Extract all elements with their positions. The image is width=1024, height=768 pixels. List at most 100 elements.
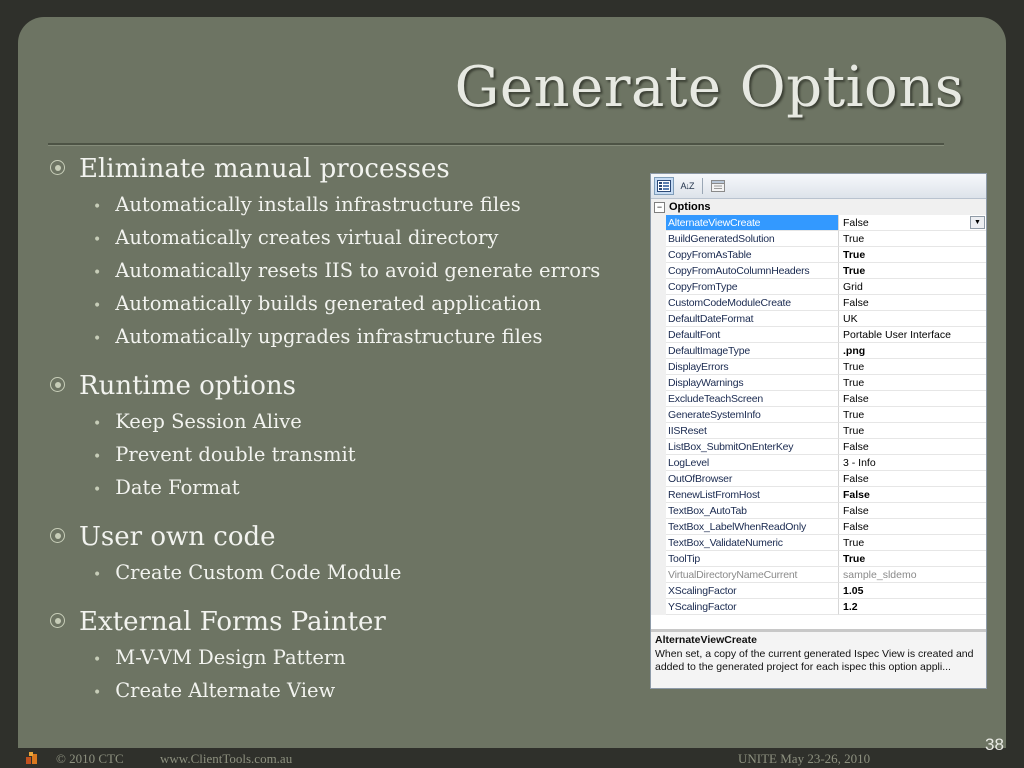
property-name[interactable]: LogLevel bbox=[666, 455, 839, 471]
property-name[interactable]: DisplayWarnings bbox=[666, 375, 839, 391]
property-value[interactable]: True bbox=[839, 231, 986, 247]
property-name[interactable]: BuildGeneratedSolution bbox=[666, 231, 839, 247]
footer: © 2010 CTC www.ClientTools.com.au UNITE … bbox=[0, 750, 1024, 768]
property-value[interactable]: True bbox=[839, 535, 986, 551]
property-row[interactable]: CopyFromType Grid bbox=[651, 279, 986, 295]
sub-bullet-text: Create Custom Code Module bbox=[115, 561, 402, 584]
property-pages-button[interactable] bbox=[708, 177, 728, 195]
alphabetical-button[interactable]: A↓Z bbox=[677, 177, 697, 195]
property-row[interactable]: ToolTip True bbox=[651, 551, 986, 567]
property-name[interactable]: TextBox_ValidateNumeric bbox=[666, 535, 839, 551]
property-name[interactable]: ListBox_SubmitOnEnterKey bbox=[666, 439, 839, 455]
dropdown-arrow-icon[interactable]: ▼ bbox=[970, 216, 985, 229]
property-row[interactable]: AlternateViewCreate False ▼ bbox=[651, 215, 986, 231]
property-value[interactable]: False bbox=[839, 295, 986, 311]
property-name[interactable]: YScalingFactor bbox=[666, 599, 839, 615]
property-value[interactable]: 1.2 bbox=[839, 599, 986, 615]
property-row[interactable]: ListBox_SubmitOnEnterKey False bbox=[651, 439, 986, 455]
property-value[interactable]: True bbox=[839, 263, 986, 279]
property-value[interactable]: True bbox=[839, 247, 986, 263]
property-value[interactable]: True bbox=[839, 423, 986, 439]
property-value-text: 3 - Info bbox=[843, 457, 876, 469]
property-name[interactable]: CustomCodeModuleCreate bbox=[666, 295, 839, 311]
collapse-icon[interactable]: − bbox=[654, 201, 665, 213]
property-rows: AlternateViewCreate False ▼ BuildGeneratedS… bbox=[651, 215, 986, 615]
property-row[interactable]: DefaultImageType .png bbox=[651, 343, 986, 359]
property-value-text: False bbox=[843, 505, 869, 517]
property-grid: A↓Z − Options AlternateViewCreate False ▼ B… bbox=[650, 173, 987, 689]
property-name[interactable]: CopyFromAsTable bbox=[666, 247, 839, 263]
property-value[interactable]: False bbox=[839, 503, 986, 519]
sub-bullet: • Automatically creates virtual directory bbox=[50, 221, 650, 254]
property-value-text: 1.2 bbox=[843, 601, 858, 613]
property-value[interactable]: Grid bbox=[839, 279, 986, 295]
property-value[interactable]: False bbox=[839, 487, 986, 503]
property-row[interactable]: OutOfBrowser False bbox=[651, 471, 986, 487]
bullet-dot-icon: • bbox=[93, 685, 102, 701]
row-gutter bbox=[651, 343, 666, 359]
property-name[interactable]: RenewListFromHost bbox=[666, 487, 839, 503]
category-row-options[interactable]: − Options bbox=[651, 199, 986, 215]
property-value[interactable]: False bbox=[839, 519, 986, 535]
property-name[interactable]: GenerateSystemInfo bbox=[666, 407, 839, 423]
sub-bullet-text: Automatically upgrades infrastructure fi… bbox=[115, 325, 543, 348]
property-name[interactable]: AlternateViewCreate bbox=[666, 215, 839, 231]
property-row[interactable]: YScalingFactor 1.2 bbox=[651, 599, 986, 615]
property-row[interactable]: DefaultDateFormat UK bbox=[651, 311, 986, 327]
description-title: AlternateViewCreate bbox=[655, 634, 757, 646]
property-value[interactable]: Portable User Interface bbox=[839, 327, 986, 343]
property-value[interactable]: sample_sldemo bbox=[839, 567, 986, 583]
property-name[interactable]: VirtualDirectoryNameCurrent bbox=[666, 567, 839, 583]
property-name[interactable]: ToolTip bbox=[666, 551, 839, 567]
property-value[interactable]: True bbox=[839, 375, 986, 391]
property-row[interactable]: TextBox_LabelWhenReadOnly False bbox=[651, 519, 986, 535]
property-row[interactable]: CopyFromAsTable True bbox=[651, 247, 986, 263]
footer-url: www.ClientTools.com.au bbox=[160, 751, 293, 766]
property-value[interactable]: False ▼ bbox=[839, 215, 986, 231]
property-name[interactable]: TextBox_LabelWhenReadOnly bbox=[666, 519, 839, 535]
property-value[interactable]: False bbox=[839, 471, 986, 487]
property-value[interactable]: 1.05 bbox=[839, 583, 986, 599]
property-value[interactable]: True bbox=[839, 359, 986, 375]
property-name[interactable]: CopyFromAutoColumnHeaders bbox=[666, 263, 839, 279]
property-name[interactable]: CopyFromType bbox=[666, 279, 839, 295]
property-value[interactable]: .png bbox=[839, 343, 986, 359]
property-row[interactable]: IISReset True bbox=[651, 423, 986, 439]
property-value[interactable]: True bbox=[839, 407, 986, 423]
property-value-text: True bbox=[843, 233, 865, 245]
property-value[interactable]: 3 - Info bbox=[839, 455, 986, 471]
property-row[interactable]: RenewListFromHost False bbox=[651, 487, 986, 503]
property-row[interactable]: CopyFromAutoColumnHeaders True bbox=[651, 263, 986, 279]
property-value[interactable]: False bbox=[839, 439, 986, 455]
property-value-text: True bbox=[843, 265, 866, 277]
property-row[interactable]: XScalingFactor 1.05 bbox=[651, 583, 986, 599]
property-name[interactable]: IISReset bbox=[666, 423, 839, 439]
property-row[interactable]: BuildGeneratedSolution True bbox=[651, 231, 986, 247]
sub-bullet-text: Date Format bbox=[115, 476, 240, 499]
property-name[interactable]: DisplayErrors bbox=[666, 359, 839, 375]
categorized-button[interactable] bbox=[654, 177, 674, 195]
bullet-heading-text: Runtime options bbox=[79, 371, 296, 401]
property-name[interactable]: DefaultImageType bbox=[666, 343, 839, 359]
property-row[interactable]: TextBox_AutoTab False bbox=[651, 503, 986, 519]
property-row[interactable]: LogLevel 3 - Info bbox=[651, 455, 986, 471]
property-row[interactable]: DisplayErrors True bbox=[651, 359, 986, 375]
property-name[interactable]: XScalingFactor bbox=[666, 583, 839, 599]
property-value[interactable]: UK bbox=[839, 311, 986, 327]
property-row[interactable]: CustomCodeModuleCreate False bbox=[651, 295, 986, 311]
property-row[interactable]: TextBox_ValidateNumeric True bbox=[651, 535, 986, 551]
property-name[interactable]: TextBox_AutoTab bbox=[666, 503, 839, 519]
property-row[interactable]: GenerateSystemInfo True bbox=[651, 407, 986, 423]
property-name[interactable]: DefaultDateFormat bbox=[666, 311, 839, 327]
property-row[interactable]: DefaultFont Portable User Interface bbox=[651, 327, 986, 343]
row-gutter bbox=[651, 551, 666, 567]
property-row[interactable]: VirtualDirectoryNameCurrent sample_sldemo bbox=[651, 567, 986, 583]
property-value[interactable]: True bbox=[839, 551, 986, 567]
property-name[interactable]: DefaultFont bbox=[666, 327, 839, 343]
row-gutter bbox=[651, 487, 666, 503]
property-name[interactable]: OutOfBrowser bbox=[666, 471, 839, 487]
property-value[interactable]: False bbox=[839, 391, 986, 407]
property-name[interactable]: ExcludeTeachScreen bbox=[666, 391, 839, 407]
property-row[interactable]: ExcludeTeachScreen False bbox=[651, 391, 986, 407]
property-row[interactable]: DisplayWarnings True bbox=[651, 375, 986, 391]
